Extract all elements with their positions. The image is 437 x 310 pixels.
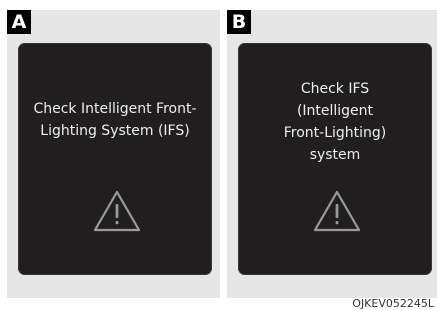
warning-triangle-icon [93,190,141,232]
cluster-display-b: Check IFS (Intelligent Front-Lighting) s… [238,43,432,275]
panel-label-b: B [227,10,251,34]
figure-code: OJKEV052245L [352,297,434,310]
message-line: Check IFS [300,81,370,97]
message-line: system [309,147,361,163]
cluster-display-a: Check Intelligent Front- Lighting System… [18,43,212,275]
message-line: Front-Lighting) [283,125,387,141]
panel-a: A Check Intelligent Front- Lighting Syst… [7,10,220,298]
warning-message-b: Check IFS (Intelligent Front-Lighting) s… [238,78,432,166]
message-line: Check Intelligent Front- [33,101,197,117]
figure: A Check Intelligent Front- Lighting Syst… [0,0,437,310]
panel-b: B Check IFS (Intelligent Front-Lighting)… [227,10,437,298]
warning-triangle-icon [313,190,361,232]
panel-label-a: A [7,10,31,34]
message-line: (Intelligent [296,103,374,119]
warning-message-a: Check Intelligent Front- Lighting System… [18,98,212,142]
message-line: Lighting System (IFS) [40,123,190,139]
